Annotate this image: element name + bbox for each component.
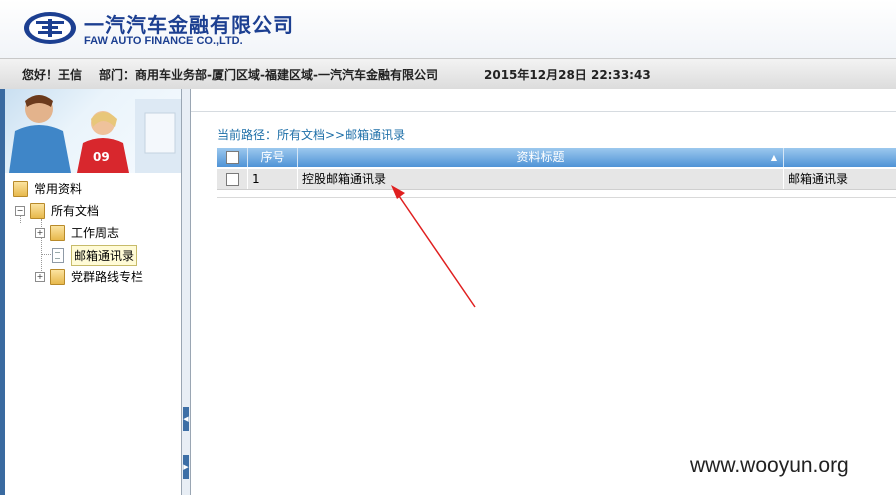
company-name-cn: 一汽汽车金融有限公司: [84, 13, 294, 37]
tree-item-all-documents[interactable]: − 所有文档: [15, 202, 99, 219]
column-header-title-label: 资料标题: [516, 150, 565, 164]
row-title[interactable]: 控股邮箱通讯录: [298, 169, 784, 189]
watermark-text: www.wooyun.org: [690, 454, 849, 477]
main-content: 当前路径：所有文档>>邮箱通讯录 序号 资料标题 ▲ 1 控股邮箱通讯录 邮箱通…: [191, 89, 896, 495]
grid-header: 序号 资料标题 ▲: [217, 148, 896, 167]
tree-item-label: 党群路线专栏: [71, 270, 144, 284]
collapse-toggle-icon[interactable]: −: [15, 205, 25, 216]
document-icon: [52, 248, 64, 263]
faw-logo-icon: [24, 12, 76, 44]
column-header-title[interactable]: 资料标题 ▲: [298, 148, 784, 167]
panel-splitter[interactable]: ◀ ▶: [182, 89, 191, 495]
tree-connector: [41, 254, 51, 255]
folder-icon: [13, 180, 28, 197]
row-index: 1: [248, 169, 298, 189]
tree-item-label: 工作周志: [71, 226, 120, 240]
tree-item-common-materials[interactable]: 常用资料: [13, 180, 82, 197]
sidebar-banner-image: 09: [5, 89, 181, 173]
grid-divider: [217, 197, 896, 198]
content-toolbar-strip: [191, 89, 896, 112]
expand-toggle-icon[interactable]: +: [35, 271, 45, 282]
folder-icon: [50, 224, 65, 241]
select-all-checkbox[interactable]: [225, 151, 239, 164]
expand-right-arrow-icon[interactable]: ▶: [183, 455, 189, 479]
banner-people-illustration: 09: [9, 95, 181, 173]
sort-arrow-icon[interactable]: ▲: [771, 148, 777, 167]
row-checkbox-cell[interactable]: [217, 169, 248, 189]
tree-item-party-column[interactable]: + 党群路线专栏: [35, 268, 143, 285]
current-datetime: 2015年12月28日 22:33:43: [484, 68, 651, 82]
user-info-bar: 您好！王信 部门：商用车业务部-厦门区域-福建区域-一汽汽车金融有限公司 201…: [0, 58, 896, 90]
table-row[interactable]: 1 控股邮箱通讯录 邮箱通讯录: [217, 169, 896, 190]
folder-icon: [50, 268, 65, 285]
folder-icon: [30, 202, 45, 219]
user-department: 部门：商用车业务部-厦门区域-福建区域-一汽汽车金融有限公司: [99, 68, 438, 82]
row-checkbox[interactable]: [226, 173, 239, 186]
breadcrumb: 当前路径：所有文档>>邮箱通讯录: [217, 128, 406, 142]
app-header: 一汽汽车金融有限公司 FAW AUTO FINANCE CO.,LTD.: [0, 0, 896, 58]
tree-item-label-selected: 邮箱通讯录: [71, 245, 138, 266]
tree-item-mail-directory[interactable]: 邮箱通讯录: [52, 245, 138, 266]
sidebar: 09 常用资料 − 所有文档 + 工作周志 邮箱通讯录 + 党群路线专栏: [5, 89, 182, 495]
column-header-index[interactable]: 序号: [248, 148, 298, 167]
collapse-left-arrow-icon[interactable]: ◀: [183, 407, 189, 431]
select-all-cell[interactable]: [217, 148, 248, 167]
tree-item-work-weekly[interactable]: + 工作周志: [35, 224, 119, 241]
tree-item-label: 所有文档: [51, 204, 100, 218]
column-header-category[interactable]: [784, 148, 896, 167]
expand-toggle-icon[interactable]: +: [35, 227, 45, 238]
company-name-en: FAW AUTO FINANCE CO.,LTD.: [84, 35, 243, 47]
row-category: 邮箱通讯录: [788, 172, 849, 186]
tree-item-label: 常用资料: [34, 182, 83, 196]
svg-text:09: 09: [93, 150, 110, 164]
user-greeting: 您好！王信: [22, 68, 83, 82]
